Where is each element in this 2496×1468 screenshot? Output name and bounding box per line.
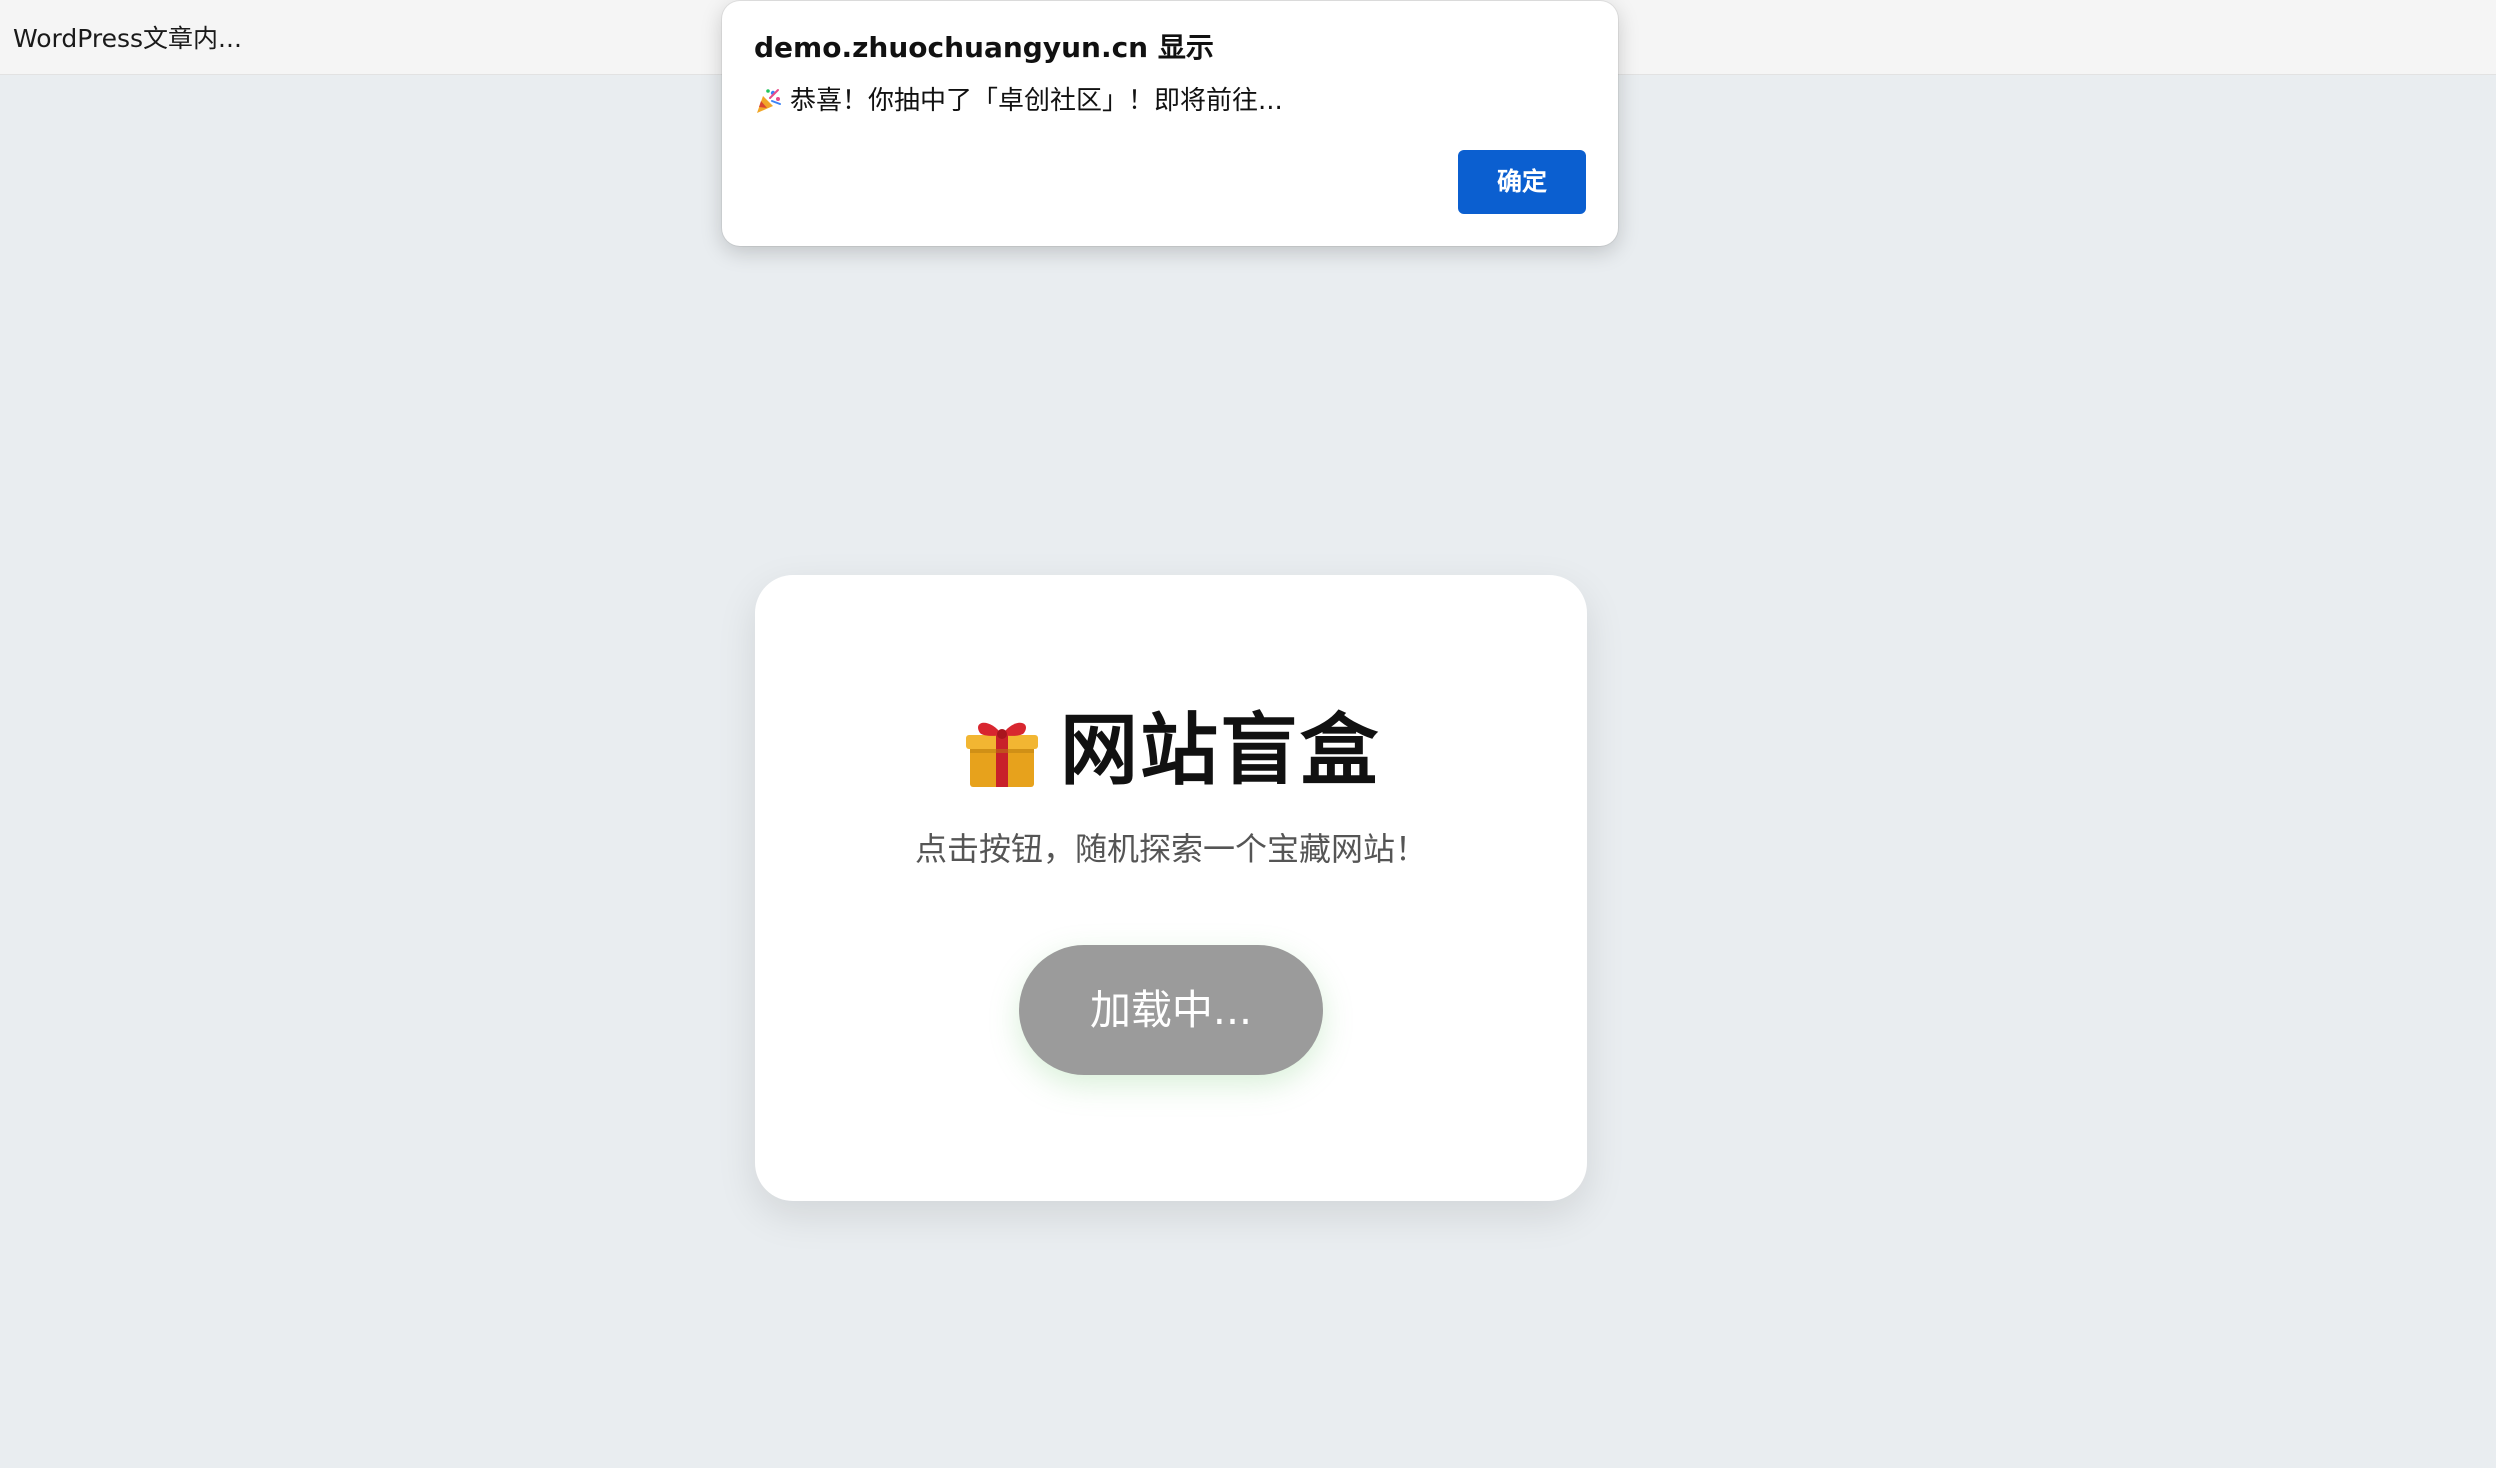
dialog-title: demo.zhuochuangyun.cn 显示	[754, 31, 1214, 64]
dialog-message: 恭喜！你抽中了「卓创社区」！即将前往...	[790, 86, 1283, 116]
random-site-button[interactable]: 加载中...	[1019, 945, 1323, 1075]
gift-icon	[965, 722, 1038, 787]
ok-button[interactable]: 确定	[1458, 150, 1586, 214]
party-popper-icon	[757, 89, 781, 113]
dialog-message-row: 恭喜！你抽中了「卓创社区」！即将前往...	[754, 84, 1283, 118]
blind-box-card: 网站盲盒 点击按钮，随机探索一个宝藏网站！ 加载中...	[755, 575, 1587, 1201]
browser-tab-title[interactable]: WordPress文章内...	[13, 24, 242, 54]
alert-dialog: demo.zhuochuangyun.cn 显示 恭喜！你抽中了「卓创社区」！即…	[722, 1, 1618, 246]
card-subtitle: 点击按钮，随机探索一个宝藏网站！	[914, 830, 1427, 868]
page-title: 网站盲盒	[1059, 706, 1380, 796]
card-title-row: 网站盲盒	[755, 701, 1587, 801]
